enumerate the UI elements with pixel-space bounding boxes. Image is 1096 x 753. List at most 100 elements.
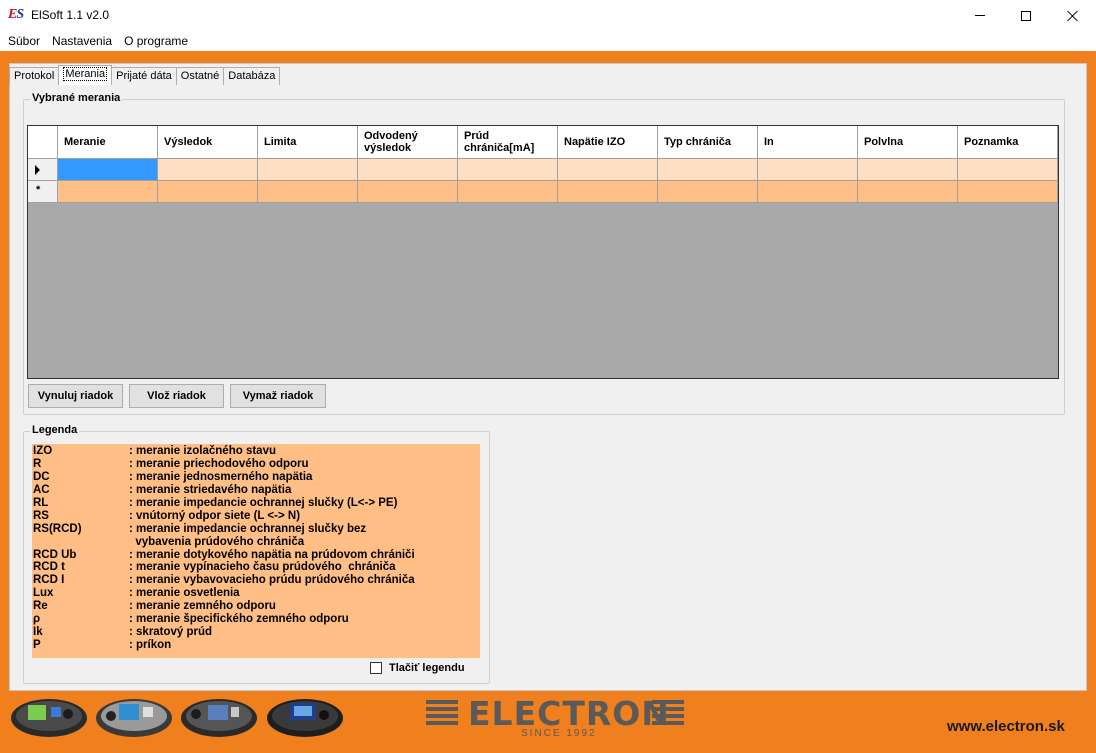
legend-item: Lux : meranie osvetlenia	[33, 587, 480, 600]
column-header-polvlna[interactable]: Polvlna	[858, 126, 958, 159]
close-button[interactable]	[1050, 0, 1096, 31]
legend-description: : meranie vypínacieho času prúdového chr…	[129, 561, 396, 574]
legend-item: RCD Ub : meranie dotykového napätia na pr…	[33, 549, 480, 562]
tab-protocol[interactable]: Protokol	[9, 67, 60, 85]
menu-settings[interactable]: Nastavenia	[46, 34, 118, 48]
legend-item: Re : meranie zemného odporu	[33, 600, 480, 613]
legend-item: vybavenia prúdového chrániča	[33, 536, 480, 549]
cell-in[interactable]	[758, 159, 858, 181]
cell-typ-chranica[interactable]	[658, 181, 758, 203]
column-header-meranie[interactable]: Meranie	[58, 126, 158, 159]
cell-limita[interactable]	[258, 181, 358, 203]
logo-bars-right-icon	[652, 700, 684, 728]
cell-limita[interactable]	[258, 159, 358, 181]
column-header-odvodeny-vysledok[interactable]: Odvodený výsledok	[358, 126, 458, 159]
new-row-marker: *	[36, 184, 41, 196]
legend-code: ρ	[33, 613, 41, 626]
tab-received-data[interactable]: Prijaté dáta	[111, 67, 177, 85]
legend-description: vybavenia prúdového chrániča	[129, 535, 305, 548]
menu-about[interactable]: O programe	[118, 34, 194, 48]
legend-item: P: príkon	[33, 639, 480, 652]
cell-meranie[interactable]	[58, 181, 158, 203]
cell-napatie-izo[interactable]	[558, 181, 658, 203]
cell-meranie[interactable]	[58, 159, 158, 181]
tab-database[interactable]: Databáza	[223, 67, 281, 85]
website-link[interactable]: www.electron.sk	[947, 718, 1065, 735]
cell-napatie-izo[interactable]	[558, 159, 658, 181]
column-header-limita[interactable]: Limita	[258, 126, 358, 159]
cell-prud-chranica[interactable]	[458, 181, 558, 203]
legend-code: Re	[33, 600, 48, 613]
legend-description: : príkon	[129, 639, 172, 652]
legend-code: RL	[33, 496, 49, 509]
column-header-prud-chranica[interactable]: Prúd chrániča[mA]	[458, 126, 558, 159]
legend-code: RS	[33, 509, 49, 522]
legend-description: : meranie impedancie ochrannej slučky (L…	[129, 496, 398, 509]
menu-file[interactable]: Súbor	[2, 34, 46, 48]
app-logo-icon: ES	[8, 7, 24, 22]
legend-description: : meranie zemného odporu	[129, 600, 276, 613]
legend-item: AC: meranie striedavého napätia	[33, 484, 480, 497]
legend-description: : meranie jednosmerného napätia	[129, 470, 313, 483]
grid-corner	[28, 126, 58, 159]
legend-description: : meranie vybavovacieho prúdu prúdového …	[129, 574, 415, 587]
grid-header: Meranie Výsledok Limita Odvodený výsledo…	[28, 126, 1058, 159]
device-images	[0, 692, 360, 744]
tab-other[interactable]: Ostatné	[175, 67, 225, 85]
cell-prud-chranica[interactable]	[458, 159, 558, 181]
table-row-new[interactable]: *	[28, 181, 1058, 203]
legend-item: RL : meranie impedancie ochrannej slučky …	[33, 497, 480, 510]
insert-row-button[interactable]: Vlož riadok	[129, 384, 224, 408]
legend-description: : meranie osvetlenia	[129, 587, 240, 600]
cell-vysledok[interactable]	[158, 159, 258, 181]
cell-vysledok[interactable]	[158, 181, 258, 203]
column-header-in[interactable]: In	[758, 126, 858, 159]
legend-item: R: meranie priechodového odporu	[33, 458, 480, 471]
tab-measurements[interactable]: Merania	[58, 65, 113, 85]
delete-row-button[interactable]: Vymaž riadok	[230, 384, 326, 408]
column-header-poznamka[interactable]: Poznamka	[958, 126, 1058, 159]
cell-typ-chranica[interactable]	[658, 159, 758, 181]
reset-row-button[interactable]: Vynuluj riadok	[28, 384, 123, 408]
cell-odvodeny-vysledok[interactable]	[358, 159, 458, 181]
cell-in[interactable]	[758, 181, 858, 203]
table-row[interactable]	[28, 159, 1058, 181]
legend-description: : vnútorný odpor siete (L <-> N)	[129, 509, 301, 522]
cell-odvodeny-vysledok[interactable]	[358, 181, 458, 203]
column-header-napatie-izo[interactable]: Napätie IZO	[558, 126, 658, 159]
row-header-new[interactable]: *	[28, 181, 58, 203]
maximize-button[interactable]	[1003, 0, 1049, 31]
print-legend-toggle[interactable]: Tlačiť legendu	[370, 662, 465, 674]
cell-poznamka[interactable]	[958, 159, 1058, 181]
column-header-typ-chranica[interactable]: Typ chrániča	[658, 126, 758, 159]
legend-code: Lux	[33, 587, 54, 600]
legend-item: DC : meranie jednosmerného napätia	[33, 471, 480, 484]
brand-since: SINCE 1992	[521, 728, 597, 739]
legend-code: AC	[33, 483, 50, 496]
minimize-icon	[975, 15, 985, 16]
tab-measurements-label: Merania	[63, 67, 108, 81]
logo-bars-left-icon	[426, 700, 458, 728]
cell-poznamka[interactable]	[958, 181, 1058, 203]
measurements-grid[interactable]: Meranie Výsledok Limita Odvodený výsledo…	[27, 125, 1059, 379]
legend-code: RCD Ub	[33, 548, 77, 561]
legend-code: DC	[33, 470, 50, 483]
instrument-4-icon	[267, 699, 343, 737]
legend-description: : meranie impedancie ochrannej slučky be…	[129, 522, 367, 535]
legend-description: : meranie izolačného stavu	[129, 445, 276, 457]
legend-item: ρ : meranie špecifického zemného odporu	[33, 613, 480, 626]
legend-item: IZO: meranie izolačného stavu	[33, 445, 480, 458]
menu-bar: Súbor Nastavenia O programe	[0, 31, 1096, 51]
legend-description: : meranie špecifického zemného odporu	[129, 613, 349, 626]
row-header-current[interactable]	[28, 159, 58, 181]
column-header-vysledok[interactable]: Výsledok	[158, 126, 258, 159]
legend-item: RCD I: meranie vybavovacieho prúdu prúdo…	[33, 574, 480, 587]
print-legend-checkbox[interactable]	[370, 662, 382, 674]
minimize-button[interactable]	[957, 0, 1003, 31]
cell-polvlna[interactable]	[858, 181, 958, 203]
cell-polvlna[interactable]	[858, 159, 958, 181]
legend-code: RS(RCD)	[33, 522, 82, 535]
legend-description: : meranie dotykového napätia na prúdovom…	[129, 548, 415, 561]
legend-item: RS : vnútorný odpor siete (L <-> N)	[33, 510, 480, 523]
window-title: ElSoft 1.1 v2.0	[31, 8, 110, 22]
